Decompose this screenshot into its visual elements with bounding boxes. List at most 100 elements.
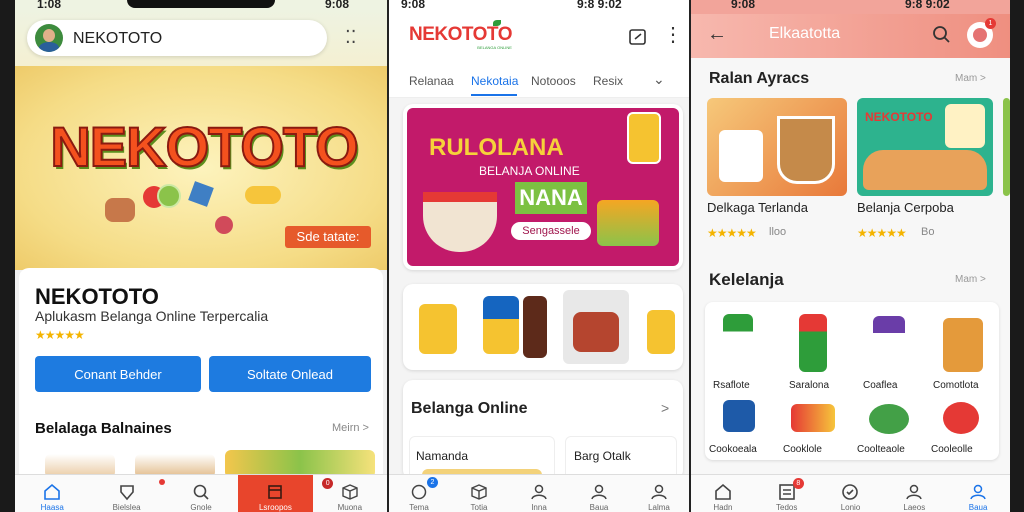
product-image: NEKOTOTO — [857, 98, 993, 196]
phone-divider — [689, 0, 691, 512]
nav-item[interactable]: Lalma — [629, 475, 689, 512]
product-card[interactable]: Delkaga Terlanda ★★★★★ lloo — [707, 98, 849, 244]
banner-line1: RULOLANA — [429, 134, 564, 161]
section-title: Belalaga Balnaines — [35, 420, 172, 437]
promo-banner[interactable]: RULOLANA BELANJA ONLINE NANA Sengassele — [403, 104, 683, 270]
section-more-link[interactable]: Mam > — [955, 73, 986, 84]
home-icon — [44, 483, 61, 500]
user-icon — [651, 484, 667, 500]
chevron-down-icon[interactable]: ⌄ — [653, 71, 665, 88]
product-rating: ★★★★★ — [857, 226, 907, 240]
brand-logo-sub: BELANGA ONLINE — [477, 45, 512, 50]
nav-box[interactable]: Muona — [313, 475, 387, 512]
product-card[interactable]: NEKOTOTO Belanja Cerpoba ★★★★★ Bo — [857, 98, 997, 244]
product-rating: ★★★★★ — [707, 226, 757, 240]
search-icon[interactable] — [931, 24, 953, 46]
veg-corn — [245, 186, 281, 204]
app-name: NEKOTOTO — [35, 284, 159, 309]
banner-line3: NANA — [515, 182, 587, 214]
avatar-icon[interactable] — [35, 24, 63, 52]
user-icon — [591, 484, 607, 500]
search-icon — [193, 484, 209, 500]
nav-offers[interactable]: Bielslea — [89, 475, 166, 512]
phone-divider — [387, 0, 389, 512]
bottom-nav: 2 Tema Totia Inna Baua Lalma — [389, 474, 689, 512]
secondary-button[interactable]: Soltate Onlead — [209, 356, 371, 392]
brand-logo: NEKOTOTO BELANGA ONLINE — [409, 24, 512, 50]
nav-item[interactable]: Totia — [449, 475, 509, 512]
grid-item[interactable]: Coaflea Coolteaole — [855, 304, 921, 456]
jar-image — [627, 112, 661, 164]
search-bar[interactable]: NEKOTOTO — [27, 20, 327, 56]
nav-account[interactable]: Baua — [946, 475, 1010, 512]
box-icon — [471, 484, 487, 500]
nav-search[interactable]: Gnole — [164, 475, 238, 512]
veg-meat — [105, 198, 135, 222]
share-icon[interactable] — [627, 26, 649, 48]
section-more-link[interactable]: Meirn > — [332, 422, 369, 434]
tag-icon — [119, 485, 134, 501]
screen-shop-home: 9:08 9:8 9:02 NEKOTOTO BELANGA ONLINE ⋮ … — [389, 0, 689, 512]
product-image-partial[interactable] — [1003, 98, 1010, 196]
grid-item[interactable]: Saralona Cooklole — [781, 304, 847, 456]
grid-item[interactable]: Comotlota Cooleolle — [929, 304, 995, 456]
back-arrow-icon[interactable]: ← — [707, 23, 727, 46]
veg-cucumber — [157, 184, 181, 208]
nav-badge: 2 — [427, 477, 438, 488]
product-thumb[interactable] — [523, 296, 547, 358]
dots-icon[interactable]: ⁚⁚ — [345, 28, 356, 46]
status-time: 9:08 — [401, 0, 426, 11]
tab-item[interactable]: Relanaa — [409, 74, 454, 88]
search-value[interactable]: NEKOTOTO — [73, 30, 162, 48]
product-image — [707, 98, 847, 196]
status-right: 9:8 9:02 — [905, 0, 950, 11]
product-thumb[interactable] — [563, 290, 629, 364]
nav-profile[interactable]: Laeos — [882, 475, 946, 512]
chat-icon — [411, 484, 427, 500]
more-vert-icon[interactable]: ⋮ — [663, 25, 683, 45]
product-name: Belanja Cerpoba — [857, 200, 954, 215]
leaf-icon — [493, 20, 501, 26]
screen-app-detail: 1:08 9:08 NEKOTOTO ⁚⁚ NEKOTOTO Sde tatat… — [15, 0, 387, 512]
nav-item[interactable]: Baua — [569, 475, 629, 512]
user-icon — [531, 484, 547, 500]
bottom-nav: Hadn 8 Tedos Lonio Laeos Baua — [691, 474, 1010, 512]
home-icon — [715, 483, 731, 500]
clock-icon — [842, 484, 859, 500]
basket-image — [597, 200, 659, 246]
nav-home[interactable]: Haasa — [15, 475, 89, 512]
banner-line2: BELANJA ONLINE — [479, 164, 580, 178]
hero-logo: NEKOTOTO — [49, 114, 359, 179]
nav-item[interactable]: Inna — [509, 475, 569, 512]
bowl-image — [423, 192, 497, 252]
section-title: Belanga Online — [411, 400, 528, 417]
nav-explore[interactable]: Lonio — [819, 475, 883, 512]
hero-banner: NEKOTOTO Sde tatate: — [15, 66, 387, 270]
section-more-link[interactable]: Mam > — [955, 274, 986, 285]
nav-cart[interactable]: 0 Lsroopos — [238, 475, 334, 512]
veg-cube — [188, 181, 214, 207]
product-thumb[interactable] — [647, 310, 675, 354]
app-rating-stars: ★★★★★ — [35, 328, 85, 342]
grid-item[interactable]: Rsaflote Cookoeala — [707, 304, 773, 456]
veg-berry — [215, 216, 233, 234]
tab-item[interactable]: Resix — [593, 74, 623, 88]
bottom-nav: Haasa Bielslea Gnole 0 Lsroopos Muona — [15, 474, 387, 512]
notification-badge: 1 — [985, 18, 996, 29]
tab-indicator — [471, 94, 517, 96]
notch — [127, 0, 275, 8]
user-icon — [906, 484, 923, 500]
page-title: Elkaatotta — [769, 25, 841, 42]
primary-button[interactable]: Conant Behder — [35, 356, 201, 392]
product-thumb[interactable] — [419, 304, 457, 354]
nav-orders[interactable]: 8 Tedos — [755, 475, 819, 512]
tab-item[interactable]: Notooos — [531, 74, 576, 88]
category-grid: Rsaflote Cookoeala Saralona Cooklole Coa… — [705, 302, 999, 460]
section-title: Kelelanja — [709, 270, 784, 289]
product-thumb[interactable] — [483, 296, 519, 354]
promo-logo: NEKOTOTO — [865, 110, 933, 124]
nav-item[interactable]: 2 Tema — [389, 475, 449, 512]
nav-home[interactable]: Hadn — [691, 475, 755, 512]
section-arrow[interactable]: > — [661, 400, 669, 416]
tab-item-active[interactable]: Nekotaia — [471, 74, 518, 88]
